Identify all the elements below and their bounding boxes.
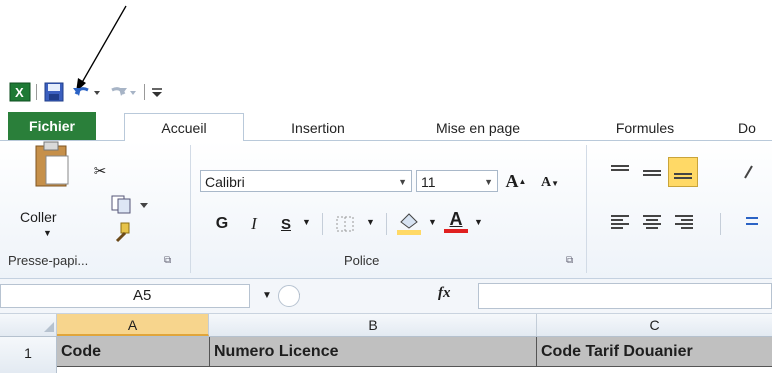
align-center-icon[interactable] bbox=[638, 209, 666, 235]
formula-bar-resize-handle[interactable] bbox=[278, 285, 300, 307]
font-size-value: 11 bbox=[421, 174, 436, 190]
qat-divider bbox=[144, 84, 145, 100]
column-headers: A B C bbox=[0, 314, 772, 337]
chevron-down-icon: ▼ bbox=[398, 177, 407, 187]
paste-icon[interactable] bbox=[30, 139, 74, 191]
grow-font-button[interactable]: A ▲ bbox=[502, 169, 530, 193]
column-header-c[interactable]: C bbox=[537, 314, 772, 336]
ribbon: Coller ▼ ✂ Presse-papi... ⧉ Calibri ▼ 11… bbox=[0, 141, 772, 279]
group-divider bbox=[190, 145, 191, 273]
column-header-b[interactable]: B bbox=[210, 314, 537, 336]
fx-icon[interactable]: fx bbox=[438, 285, 451, 302]
tab-accueil[interactable]: Accueil bbox=[124, 113, 244, 143]
clipboard-group-label: Presse-papi... bbox=[8, 253, 89, 268]
chevron-down-icon: ▼ bbox=[484, 177, 493, 187]
table-row: 1 Code Numero Licence Code Tarif Douanie… bbox=[0, 337, 772, 373]
tab-insertion[interactable]: Insertion bbox=[262, 116, 374, 140]
toolbar-divider bbox=[322, 213, 323, 235]
ribbon-tabs: Fichier Accueil Insertion Mise en page F… bbox=[0, 110, 772, 143]
decrease-indent-icon[interactable] bbox=[740, 209, 764, 235]
column-header-a[interactable]: A bbox=[57, 314, 209, 336]
cell-c1[interactable]: Code Tarif Douanier bbox=[537, 337, 772, 367]
customize-qat-icon[interactable] bbox=[148, 80, 166, 104]
cell-b1[interactable]: Numero Licence bbox=[210, 337, 537, 367]
tab-formules[interactable]: Formules bbox=[580, 116, 710, 140]
formula-input[interactable] bbox=[478, 283, 772, 309]
font-launcher-icon[interactable]: ⧉ bbox=[566, 255, 573, 266]
group-divider bbox=[586, 145, 587, 273]
bold-button[interactable]: G bbox=[208, 211, 236, 237]
borders-dropdown-icon[interactable]: ▼ bbox=[366, 217, 375, 227]
undo-icon[interactable] bbox=[70, 80, 104, 104]
save-icon[interactable] bbox=[42, 80, 66, 104]
font-name-value: Calibri bbox=[205, 174, 245, 190]
underline-button[interactable]: S bbox=[272, 211, 300, 237]
copy-icon[interactable] bbox=[106, 193, 154, 215]
cell-a1[interactable]: Code bbox=[57, 337, 210, 367]
format-painter-icon[interactable] bbox=[110, 221, 134, 243]
underline-dropdown-icon[interactable]: ▼ bbox=[302, 217, 311, 227]
align-middle-icon[interactable] bbox=[638, 159, 666, 185]
name-box[interactable]: A5 ▼ bbox=[0, 284, 302, 308]
name-box-value: A5 bbox=[133, 287, 152, 304]
toolbar-divider bbox=[720, 213, 721, 235]
svg-text:X: X bbox=[15, 85, 24, 100]
font-color-dropdown-icon[interactable]: ▼ bbox=[474, 217, 483, 227]
tab-fichier[interactable]: Fichier bbox=[8, 112, 96, 140]
name-box-dropdown-icon[interactable]: ▼ bbox=[262, 290, 272, 301]
row-header-1[interactable]: 1 bbox=[0, 337, 57, 373]
tab-donnees[interactable]: Do bbox=[738, 116, 772, 140]
align-top-icon[interactable] bbox=[606, 159, 634, 185]
italic-button[interactable]: I bbox=[240, 211, 268, 237]
cut-icon[interactable]: ✂ bbox=[88, 161, 112, 181]
clipboard-launcher-icon[interactable]: ⧉ bbox=[164, 255, 171, 266]
quick-access-toolbar: X bbox=[0, 80, 772, 110]
font-name-combo[interactable]: Calibri ▼ bbox=[200, 170, 412, 192]
align-right-icon[interactable] bbox=[670, 209, 698, 235]
redo-icon[interactable] bbox=[106, 80, 140, 104]
toolbar-divider bbox=[386, 213, 387, 235]
font-color-swatch bbox=[444, 229, 468, 233]
font-group-label: Police bbox=[344, 253, 380, 268]
orientation-icon[interactable] bbox=[738, 159, 762, 185]
align-left-icon[interactable] bbox=[606, 209, 634, 235]
align-bottom-icon[interactable] bbox=[668, 157, 698, 187]
font-color-button[interactable]: A bbox=[442, 205, 470, 237]
paste-label[interactable]: Coller bbox=[20, 209, 57, 225]
paste-dropdown-icon[interactable]: ▼ bbox=[43, 228, 52, 238]
shrink-font-button[interactable]: A ▼ bbox=[536, 171, 564, 195]
select-all-corner[interactable] bbox=[0, 314, 57, 336]
borders-icon[interactable] bbox=[330, 211, 360, 237]
formula-bar: A5 ▼ ▼ fx bbox=[0, 279, 772, 314]
qat-divider bbox=[36, 84, 37, 100]
font-size-combo[interactable]: 11 ▼ bbox=[416, 170, 498, 192]
fill-color-icon[interactable] bbox=[394, 207, 424, 237]
tab-mise-en-page[interactable]: Mise en page bbox=[400, 116, 556, 140]
fill-color-dropdown-icon[interactable]: ▼ bbox=[428, 217, 437, 227]
excel-icon[interactable]: X bbox=[8, 80, 32, 104]
